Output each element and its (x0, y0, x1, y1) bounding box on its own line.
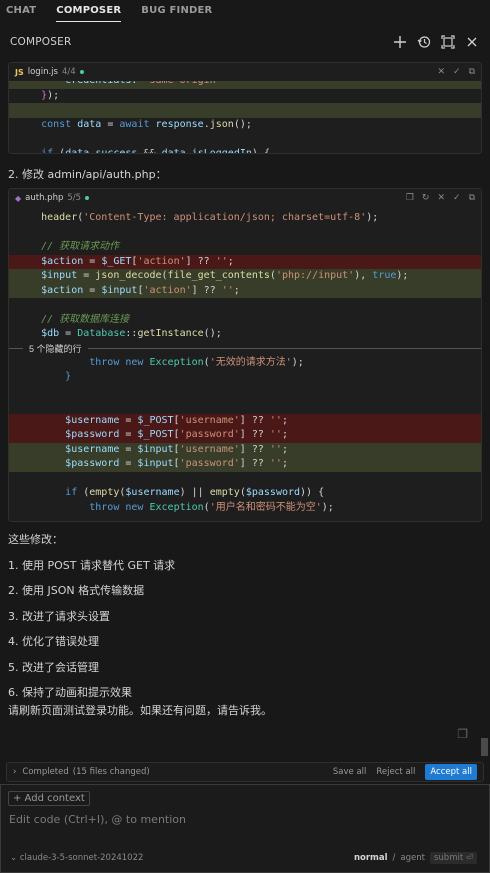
maximize-icon[interactable] (440, 34, 456, 50)
completed-bar: › Completed (15 files changed) Save all … (6, 762, 484, 782)
code-line-added: $password = $input['password'] ?? ''; (9, 457, 481, 472)
change-counter: 5/5 (67, 193, 82, 203)
files-changed: (15 files changed) (72, 767, 150, 777)
model-selector[interactable]: ⌄ claude-3-5-sonnet-20241022 (10, 853, 143, 863)
code-actions: ✕ ✓ ⧉ (437, 67, 475, 77)
code-line-removed: $username = $_POST['username'] ?? ''; (9, 413, 481, 428)
code-line: throw new Exception('无效的请求方法'); (89, 356, 304, 368)
mode-separator: / (392, 853, 396, 863)
code-line: throw new Exception('用户名和密码不能为空'); (89, 501, 334, 513)
code-line: // 获取请求动作 (41, 241, 120, 252)
code-line: }); (41, 89, 60, 101)
history-icon[interactable] (416, 34, 432, 50)
summary-item: 4. 优化了错误处理 (8, 635, 99, 648)
composer-input[interactable]: Edit code (Ctrl+I), @ to mention (9, 813, 186, 826)
composer-header-actions (392, 34, 480, 50)
code-line: // 获取数据库连接 (41, 313, 130, 325)
code-line-removed: $action = $_GET['action'] ?? ''; (9, 254, 481, 269)
step-2-label: 2. 修改 admin/api/auth.php： (8, 168, 167, 181)
reject-icon[interactable]: ✕ (437, 67, 445, 77)
mode-normal[interactable]: normal (354, 853, 388, 863)
code-line: const data = await response.json(); (41, 118, 252, 130)
summary-item: 2. 使用 JSON 格式传输数据 (8, 584, 145, 597)
reject-icon[interactable]: ✕ (437, 193, 445, 203)
save-all-button[interactable]: Save all (333, 767, 367, 777)
summary-item: 3. 改进了请求头设置 (8, 609, 110, 623)
copy-icon[interactable]: ❐ (457, 727, 468, 741)
summary: 这些修改： 1. 使用 POST 请求替代 GET 请求 2. 使用 JSON … (0, 522, 490, 729)
tab-bug-finder[interactable]: BUG FINDER (141, 0, 212, 22)
completed-label: Completed (22, 767, 69, 777)
code-lines: credentials: 'same-origin' }); const dat… (9, 81, 481, 153)
file-name[interactable]: login.js (28, 67, 58, 77)
plus-icon[interactable] (392, 34, 408, 50)
scrollbar-thumb[interactable] (481, 738, 488, 756)
code-block-login-js: JS login.js 4/4 ✕ ✓ ⧉ credentials: 'same… (8, 62, 482, 154)
code-lines: header('Content-Type: application/json; … (9, 207, 481, 521)
refresh-icon[interactable]: ↻ (422, 193, 430, 203)
code-line: $db = Database::getInstance(); (41, 328, 222, 339)
change-counter: 4/4 (61, 67, 76, 77)
php-file-icon: ◆ (15, 193, 22, 203)
accept-icon[interactable]: ✓ (453, 67, 461, 77)
summary-item: 1. 使用 POST 请求替代 GET 请求 (8, 558, 176, 572)
summary-outro: 请刷新页面测试登录功能。如果还有问题，请告诉我。 (8, 704, 272, 717)
mode-agent[interactable]: agent (400, 853, 425, 863)
modified-dot-icon (79, 70, 84, 74)
code-line (9, 103, 481, 118)
composer-input-area: + Add context Edit code (Ctrl+I), @ to m… (0, 784, 490, 873)
composer-title: COMPOSER (10, 36, 72, 48)
js-file-icon: JS (15, 67, 24, 77)
summary-intro: 这些修改： (8, 533, 63, 546)
hidden-lines-toggle[interactable]: 5 个隐藏的行 (9, 342, 481, 356)
code-actions: ❐ ↻ ✕ ✓ ⧉ (406, 193, 475, 203)
composer-header: COMPOSER (0, 22, 490, 62)
code-block-auth-php: ◆ auth.php 5/5 ❐ ↻ ✕ ✓ ⧉ header('Content… (8, 188, 482, 522)
code-line: if (data.success && data.isLoggedIn) { (41, 147, 270, 154)
code-line-added: $input = json_decode(file_get_contents('… (9, 269, 481, 284)
add-context-button[interactable]: + Add context (8, 791, 90, 806)
submit-label: submit (433, 853, 464, 863)
tab-composer[interactable]: COMPOSER (56, 0, 122, 22)
submit-button[interactable]: submit ⏎ (429, 852, 477, 864)
modified-dot-icon (85, 196, 90, 200)
tab-chat[interactable]: CHAT (6, 0, 36, 22)
code-line-added: $username = $input['username'] ?? ''; (9, 442, 481, 457)
code-file-header: ◆ auth.php 5/5 ❐ ↻ ✕ ✓ ⧉ (9, 189, 481, 207)
open-diff-icon[interactable]: ⧉ (469, 193, 475, 203)
hidden-lines-label: 5 个隐藏的行 (23, 343, 88, 354)
summary-item: 5. 改进了会话管理 (8, 660, 99, 674)
code-line: credentials: 'same-origin' (9, 81, 481, 89)
model-name: claude-3-5-sonnet-20241022 (19, 853, 144, 863)
code-line: if (empty($username) || empty($password)… (65, 487, 325, 498)
top-tab-bar: CHAT COMPOSER BUG FINDER (0, 0, 490, 22)
code-line: } (65, 371, 72, 382)
summary-item: 6. 保持了动画和提示效果 (8, 686, 132, 699)
code-line-removed: $password = $_POST['password'] ?? ''; (9, 428, 481, 443)
mode-selector: normal / agent submit ⏎ (354, 852, 477, 864)
accept-icon[interactable]: ✓ (453, 193, 461, 203)
code-file-header: JS login.js 4/4 ✕ ✓ ⧉ (9, 63, 481, 81)
chevron-right-icon[interactable]: › (13, 767, 16, 777)
copy-icon[interactable]: ❐ (406, 193, 414, 203)
close-icon[interactable] (464, 34, 480, 50)
accept-all-button[interactable]: Accept all (425, 764, 477, 780)
code-line-added: $action = $input['action'] ?? ''; (9, 283, 481, 298)
open-diff-icon[interactable]: ⧉ (469, 67, 475, 77)
completed-actions: Save all Reject all Accept all (333, 764, 477, 780)
reject-all-button[interactable]: Reject all (376, 767, 415, 777)
file-name[interactable]: auth.php (25, 193, 63, 203)
code-line: header('Content-Type: application/json; … (41, 212, 379, 223)
